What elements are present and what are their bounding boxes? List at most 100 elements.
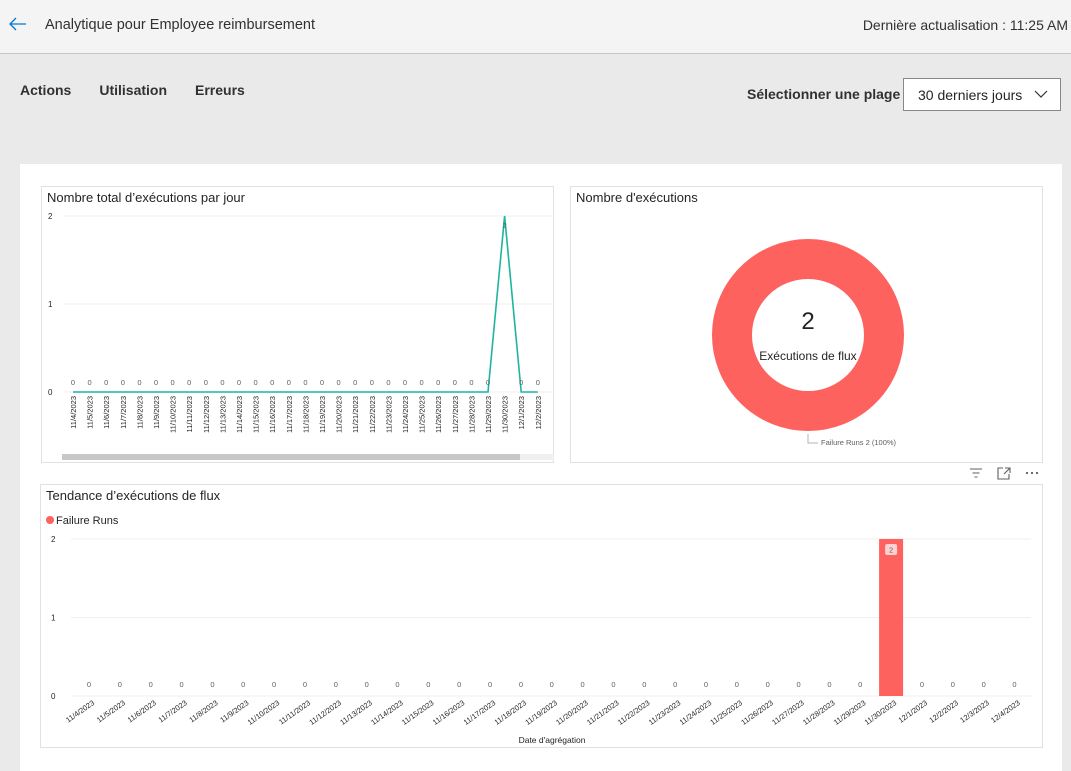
scrollbar-thumb[interactable]: [62, 454, 520, 460]
data-label: 0: [436, 378, 440, 387]
x-tick-label: 11/28/2023: [801, 698, 836, 727]
x-tick-label: 11/9/2023: [152, 396, 161, 429]
top-bar: Analytique pour Employee reimbursement D…: [0, 0, 1071, 54]
x-tick-label: 11/21/2023: [351, 396, 360, 433]
x-tick-label: 11/18/2023: [301, 396, 310, 433]
data-label: 0: [395, 680, 399, 689]
data-label: 0: [303, 680, 307, 689]
focus-mode-icon: [997, 466, 1011, 480]
data-label: 0: [370, 378, 374, 387]
x-tick-label: 11/24/2023: [401, 396, 410, 433]
x-tick-label: 11/13/2023: [218, 396, 227, 433]
data-label: 0: [179, 680, 183, 689]
line-chart: 0 1 2 0 0 0 0 0 0 0 0 0 0 0 0 0 0 0 0 0 0 0 0 0 0 0 0 0 0 2 0 0 11/4/202…: [48, 212, 552, 433]
data-label: 0: [303, 378, 307, 387]
x-tick-label: 11/10/2023: [169, 396, 178, 433]
legend-marker: [46, 516, 54, 524]
x-tick-label: 11/7/2023: [157, 698, 189, 724]
x-tick-label: 11/8/2023: [135, 396, 144, 429]
x-tick-label: 12/4/2023: [989, 698, 1022, 725]
more-options-button[interactable]: [1024, 466, 1040, 480]
data-label: 0: [519, 680, 523, 689]
data-label: 0: [426, 680, 430, 689]
x-tick-label: 11/18/2023: [493, 698, 528, 727]
x-tick-label: 11/29/2023: [484, 396, 493, 433]
x-tick-label: 11/29/2023: [832, 698, 867, 727]
x-tick-label: 11/28/2023: [467, 396, 476, 433]
x-tick-label: 11/26/2023: [739, 698, 774, 727]
data-label: 0: [735, 680, 739, 689]
tab-utilisation[interactable]: Utilisation: [99, 82, 167, 98]
x-tick-label: 11/24/2023: [678, 698, 713, 727]
tab-actions[interactable]: Actions: [20, 82, 71, 98]
data-label: 0: [320, 378, 324, 387]
data-label: 0: [951, 680, 955, 689]
y-tick-label: 0: [51, 692, 56, 701]
data-label: 0: [550, 680, 554, 689]
x-tick-label: 11/23/2023: [647, 698, 682, 727]
x-tick-label: 11/25/2023: [709, 698, 744, 727]
donut-center-value: 2: [801, 308, 814, 335]
data-label: 0: [920, 680, 924, 689]
x-tick-label: 11/10/2023: [246, 698, 281, 727]
data-label: 0: [488, 680, 492, 689]
data-label: 0: [827, 680, 831, 689]
leader-line: [807, 434, 818, 444]
last-refresh-text: Dernière actualisation : 11:25 AM: [862, 17, 1068, 33]
data-label: 0: [154, 378, 158, 387]
x-tick-label: 11/30/2023: [501, 396, 510, 433]
y-tick-label: 1: [48, 300, 53, 309]
data-label: 0: [171, 378, 175, 387]
x-tick-label: 12/1/2023: [897, 698, 930, 725]
x-tick-label: 11/26/2023: [434, 396, 443, 433]
filter-button[interactable]: [968, 466, 984, 480]
x-tick-label: 11/17/2023: [462, 698, 497, 727]
data-label: 0: [71, 378, 75, 387]
data-label: 0: [272, 680, 276, 689]
x-tick-label: 11/23/2023: [384, 396, 393, 433]
data-label: 0: [137, 378, 141, 387]
data-label: 2: [889, 546, 893, 555]
tab-erreurs[interactable]: Erreurs: [195, 82, 245, 98]
page-title: Analytique pour Employee reimbursement: [45, 17, 315, 33]
y-tick-label: 0: [48, 388, 53, 397]
data-label: 0: [241, 680, 245, 689]
data-label: 0: [403, 378, 407, 387]
y-tick-label: 2: [51, 535, 56, 544]
data-label: 0: [766, 680, 770, 689]
data-label: 0: [457, 680, 461, 689]
data-label: 0: [673, 680, 677, 689]
data-label: 0: [353, 378, 357, 387]
chevron-down-icon: [1034, 90, 1048, 98]
data-label: 0: [519, 378, 523, 387]
data-label: 0: [121, 378, 125, 387]
data-label: 0: [210, 680, 214, 689]
arrow-left-icon: [9, 17, 26, 31]
data-label: 0: [104, 378, 108, 387]
back-button[interactable]: [6, 12, 30, 36]
data-label: 0: [270, 378, 274, 387]
x-tick-label: 11/22/2023: [368, 396, 377, 433]
x-tick-label: 11/15/2023: [400, 698, 435, 727]
x-tick-label: 11/8/2023: [188, 698, 220, 724]
x-tick-label: 12/2/2023: [534, 396, 543, 429]
horizontal-scrollbar[interactable]: [62, 454, 554, 460]
legend-label: Failure Runs: [56, 515, 119, 527]
range-dropdown[interactable]: 30 derniers jours: [903, 78, 1061, 111]
data-label: 0: [420, 378, 424, 387]
data-label: 0: [287, 378, 291, 387]
data-label: 2: [503, 221, 507, 230]
x-tick-label: 11/5/2023: [95, 698, 127, 724]
more-options-icon: [1025, 471, 1039, 475]
data-label: 0: [149, 680, 153, 689]
x-tick-label: 11/20/2023: [335, 396, 344, 433]
data-label: 0: [386, 378, 390, 387]
data-label: 0: [796, 680, 800, 689]
x-tick-label: 11/7/2023: [119, 396, 128, 429]
x-tick-label: 11/12/2023: [202, 396, 211, 433]
x-tick-label: 11/30/2023: [863, 698, 898, 727]
data-label: 0: [536, 378, 540, 387]
data-label: 0: [704, 680, 708, 689]
x-tick-label: 11/16/2023: [431, 698, 466, 727]
focus-mode-button[interactable]: [996, 466, 1012, 480]
